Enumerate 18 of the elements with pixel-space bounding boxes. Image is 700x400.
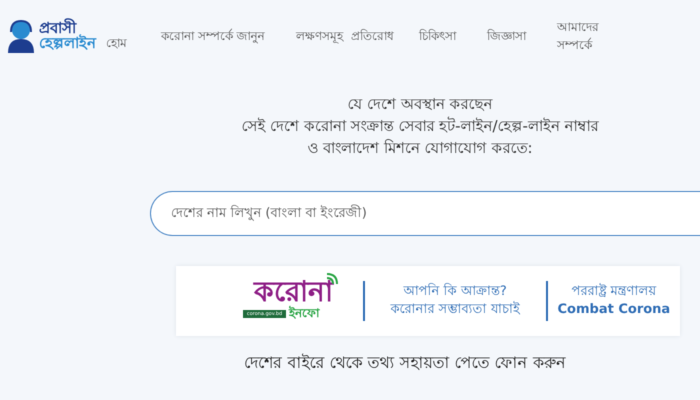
nav-link[interactable]: আমাদের সম্পর্কে bbox=[557, 18, 627, 54]
banner-link[interactable]: আপনি কি আক্রান্ত? করোনার সম্ভাব্যতা যাচাই bbox=[364, 283, 546, 320]
nav-link[interactable]: জিজ্ঞাসা bbox=[487, 27, 557, 45]
intro-text: সেই দেশে করোনা সংক্রান্ত সেবার হট-লাইন/হেল্প-লাইন নাম্বার bbox=[241, 116, 599, 137]
nav-link[interactable]: চিকিৎসা bbox=[419, 27, 487, 45]
intro-text: যে দেশে অবস্থান করছেন bbox=[347, 94, 493, 115]
intro-text: ও বাংলাদেশ মিশনে যোগাযোগ করতে: bbox=[307, 138, 533, 158]
call-heading: দেশের বাইরে থেকে তথ্য সহায়তা পেতে ফোন করুন bbox=[243, 352, 567, 374]
logo-text: হেল্পলাইন bbox=[39, 36, 96, 51]
nav-link[interactable]: হোম bbox=[106, 34, 161, 52]
nav-link[interactable]: প্রতিরোধ bbox=[351, 27, 419, 45]
nav-link[interactable]: করোনা সম্পর্কে জানুন bbox=[161, 27, 296, 45]
headset-person-icon bbox=[6, 19, 36, 53]
logo-text: করোনা bbox=[254, 278, 334, 306]
search-field[interactable]: দেশের নাম লিখুন (বাংলা বা ইংরেজী) bbox=[150, 191, 700, 236]
logo-text: ইনফো bbox=[289, 304, 320, 322]
banner-link[interactable]: পররাষ্ট্র মন্ত্রণালয় Combat Corona bbox=[548, 283, 680, 320]
nav-link[interactable]: লক্ষণসমূহ bbox=[296, 27, 351, 45]
